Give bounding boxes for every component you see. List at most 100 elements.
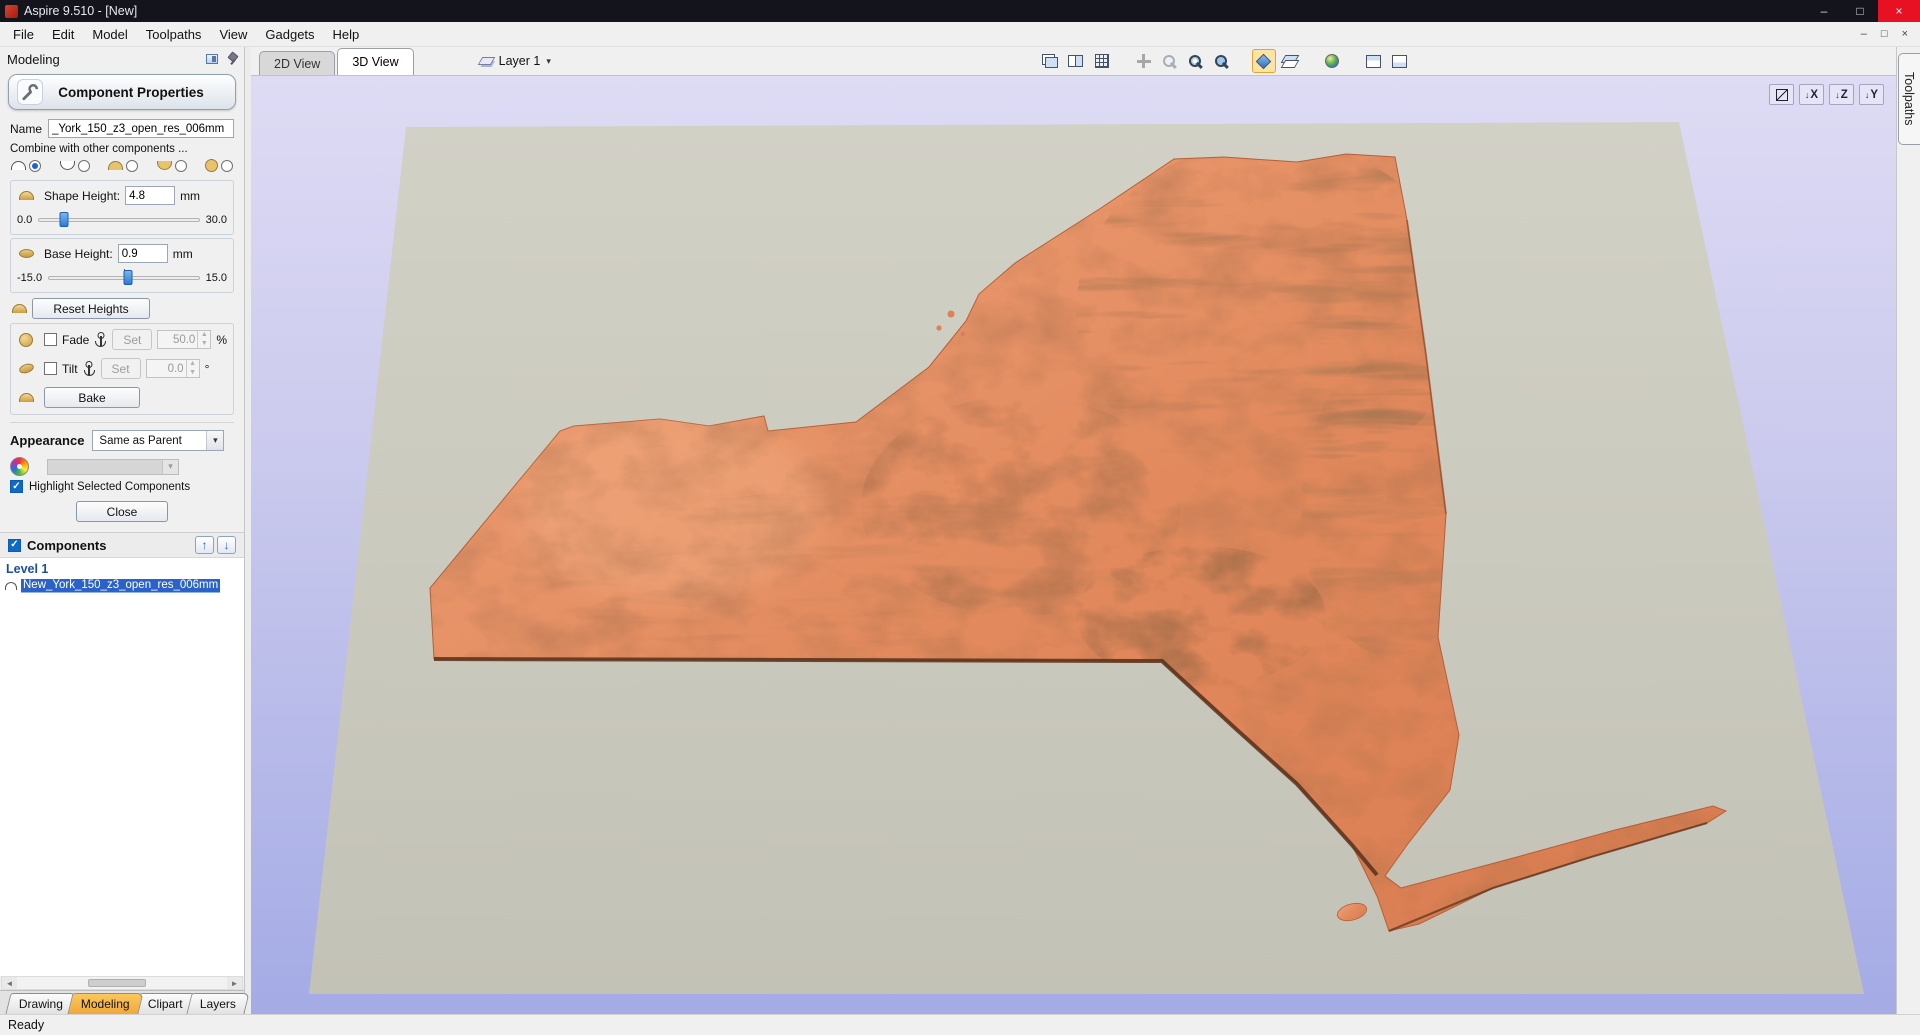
pin-panel-icon[interactable]: [225, 52, 237, 66]
scroll-left-icon[interactable]: ◄: [2, 977, 17, 989]
combine-merge-low-icon: [156, 161, 172, 170]
hscroll-thumb[interactable]: [88, 979, 147, 987]
components-checkbox[interactable]: ✓: [8, 538, 21, 552]
fade-set-button[interactable]: Set: [112, 329, 153, 350]
component-properties-title: Component Properties: [58, 84, 204, 100]
panel-tab-modeling[interactable]: Modeling: [67, 993, 144, 1014]
tilt-anchor-icon[interactable]: [83, 361, 96, 376]
base-height-max: 15.0: [205, 271, 227, 284]
split-2d3d-button[interactable]: [1064, 49, 1088, 73]
layout-single-button[interactable]: [1388, 49, 1412, 73]
appearance-dropdown-icon[interactable]: ▾: [206, 431, 224, 450]
dock-panel-icon[interactable]: [206, 54, 218, 64]
menu-edit[interactable]: Edit: [43, 24, 83, 45]
shape-height-slider-thumb[interactable]: [59, 212, 69, 227]
tilt-spin-down-icon[interactable]: ▼: [187, 369, 199, 378]
menu-help[interactable]: Help: [324, 24, 369, 45]
tilt-icon: [17, 361, 35, 376]
close-window-button[interactable]: ×: [1878, 0, 1920, 22]
tilt-spin-up-icon[interactable]: ▲: [187, 360, 199, 369]
combine-subtract-icon: [59, 161, 75, 170]
bake-button[interactable]: Bake: [44, 387, 140, 408]
pan-button[interactable]: [1132, 49, 1156, 73]
split-2d3d-icon: [1068, 55, 1084, 67]
base-height-slider[interactable]: [48, 269, 200, 286]
tab-3d-view[interactable]: 3D View: [337, 48, 414, 75]
scroll-right-icon[interactable]: ►: [227, 977, 242, 989]
layout-split-icon: [1366, 54, 1382, 68]
color-palette-icon[interactable]: [10, 457, 29, 476]
appearance-select[interactable]: Same as Parent ▾: [92, 430, 225, 451]
shaded-view-button[interactable]: [1251, 49, 1276, 73]
minimize-button[interactable]: –: [1806, 0, 1842, 22]
fade-checkbox[interactable]: [43, 333, 57, 346]
fade-spin-down-icon[interactable]: ▼: [198, 340, 210, 349]
grid-snap-button[interactable]: [1090, 49, 1114, 73]
tilt-set-button[interactable]: Set: [100, 358, 141, 379]
fade-value-spinner[interactable]: ▲ ▼: [157, 330, 212, 349]
layer-selector-value: Layer 1: [498, 54, 541, 68]
color-dropdown-icon[interactable]: ▾: [162, 459, 178, 474]
down-arrow-icon: ↓: [1804, 89, 1810, 100]
iso-plane-icon: [1775, 88, 1788, 101]
shape-height-slider[interactable]: [38, 211, 200, 228]
component-list-item[interactable]: New_York_150_z3_open_res_006mm: [5, 579, 239, 593]
view-down-x-button[interactable]: ↓ X: [1799, 84, 1824, 105]
fade-anchor-icon[interactable]: [94, 332, 107, 347]
maximize-button[interactable]: □: [1842, 0, 1878, 22]
combine-mode-row: [10, 158, 234, 177]
menu-toolpaths[interactable]: Toolpaths: [137, 24, 211, 45]
zoom-extents-button[interactable]: [1210, 49, 1234, 73]
zoom-button[interactable]: [1158, 49, 1182, 73]
panel-tab-drawing[interactable]: Drawing: [5, 993, 77, 1014]
combine-merge-low-radio[interactable]: [174, 159, 187, 172]
highlight-selected-checkbox[interactable]: ✓: [10, 480, 23, 493]
viewport-3d[interactable]: ↓ X ↓ Z ↓ Y: [251, 76, 1896, 1014]
base-height-input[interactable]: [117, 244, 168, 263]
tilt-checkbox[interactable]: [44, 362, 57, 375]
mdi-window-controls: – □ ×: [1861, 28, 1920, 40]
close-panel-button[interactable]: Close: [76, 501, 168, 522]
wireframe-planes-button[interactable]: [1278, 49, 1302, 73]
shape-height-input[interactable]: [125, 186, 176, 205]
layer-selector[interactable]: Layer 1 ▾: [474, 52, 557, 70]
material-button[interactable]: [1320, 49, 1344, 73]
tile-windows-icon: [1041, 54, 1058, 68]
mdi-close-button[interactable]: ×: [1902, 28, 1908, 40]
panel-tab-layers[interactable]: Layers: [186, 993, 251, 1014]
menu-file[interactable]: File: [4, 24, 43, 45]
view-down-z-button[interactable]: ↓ Z: [1829, 84, 1854, 105]
base-height-min: -15.0: [17, 271, 43, 284]
grid-snap-icon: [1094, 54, 1109, 68]
move-component-up-button[interactable]: ↑: [195, 536, 214, 554]
component-name-input[interactable]: [48, 119, 234, 138]
move-component-down-button[interactable]: ↓: [217, 536, 236, 554]
zoom-box-button[interactable]: [1184, 49, 1208, 73]
view-down-y-button[interactable]: ↓ Y: [1859, 84, 1884, 105]
layer-icon: [477, 57, 495, 65]
view-iso-button[interactable]: [1769, 84, 1794, 105]
combine-multiply-radio[interactable]: [221, 159, 233, 172]
toolpaths-tab[interactable]: Toolpaths: [1897, 53, 1920, 145]
right-tab-strip: Toolpaths: [1896, 47, 1920, 1014]
view-orientation-controls: ↓ X ↓ Z ↓ Y: [1769, 84, 1884, 105]
tab-2d-view[interactable]: 2D View: [259, 51, 336, 75]
reset-heights-button[interactable]: Reset Heights: [32, 298, 150, 319]
menu-view[interactable]: View: [210, 24, 256, 45]
base-height-slider-thumb[interactable]: [123, 270, 133, 285]
combine-merge-high-radio[interactable]: [126, 159, 138, 172]
tile-windows-button[interactable]: [1038, 49, 1062, 73]
menu-gadgets[interactable]: Gadgets: [256, 24, 323, 45]
title-bar: Aspire 9.510 - [New] – □ ×: [0, 0, 1920, 22]
mdi-restore-button[interactable]: □: [1881, 28, 1888, 40]
fade-icon: [18, 332, 33, 347]
component-color-swatch[interactable]: ▾: [47, 458, 179, 475]
layout-split-button[interactable]: [1362, 49, 1386, 73]
components-hscrollbar[interactable]: ◄ ►: [1, 976, 243, 990]
combine-subtract-radio[interactable]: [77, 159, 90, 172]
combine-add-radio[interactable]: [29, 159, 41, 172]
menu-model[interactable]: Model: [83, 24, 136, 45]
mdi-minimize-button[interactable]: –: [1861, 28, 1867, 40]
fade-spin-up-icon[interactable]: ▲: [198, 331, 210, 340]
tilt-value-spinner[interactable]: ▲ ▼: [145, 359, 200, 378]
